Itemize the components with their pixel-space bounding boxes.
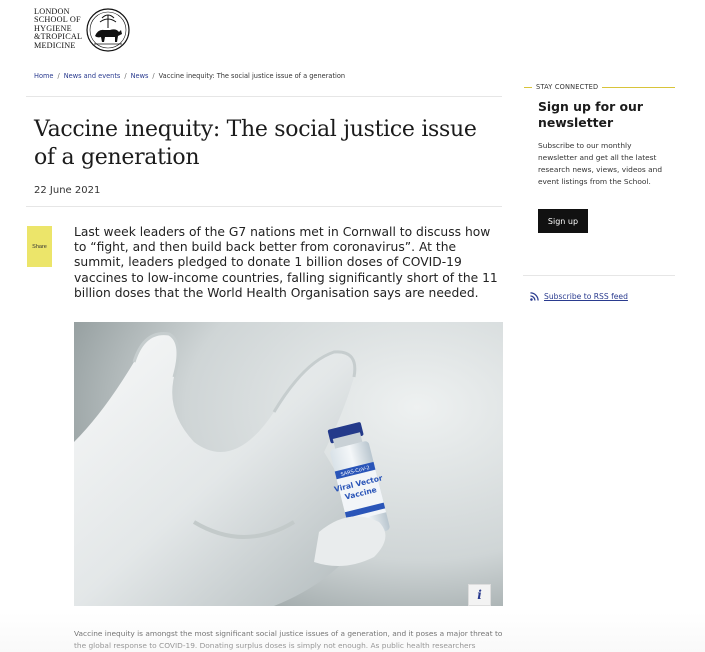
rss-link-label: Subscribe to RSS feed (544, 292, 628, 301)
article-date: 22 June 2021 (34, 185, 101, 196)
divider (26, 96, 502, 97)
image-info-button[interactable]: i (468, 584, 491, 606)
breadcrumb-separator: / (152, 72, 155, 80)
breadcrumb-separator: / (124, 72, 127, 80)
article-intro: Last week leaders of the G7 nations met … (74, 225, 498, 300)
breadcrumb-news-events-link[interactable]: News and events (64, 72, 121, 80)
sign-up-button[interactable]: Sign up (538, 209, 588, 233)
logo-wordmark: London School of Hygiene &Tropical Medic… (34, 7, 82, 54)
newsletter-title: Sign up for our newsletter (538, 99, 643, 130)
vaccine-vial-illustration: SARS-CoV-2 Viral Vector Vaccine (74, 322, 503, 606)
accent-line (524, 86, 532, 88)
share-button[interactable]: Share (27, 226, 52, 267)
school-seal-icon (86, 8, 130, 52)
breadcrumb-current: Vaccine inequity: The social justice iss… (158, 72, 346, 80)
rss-icon (530, 292, 539, 301)
divider (523, 275, 675, 276)
logo-line: Medicine (34, 40, 76, 50)
page-title: Vaccine inequity: The social justice iss… (34, 117, 477, 170)
breadcrumb-news-link[interactable]: News (131, 72, 149, 80)
breadcrumb-home-link[interactable]: Home (34, 72, 53, 80)
accent-line (602, 86, 675, 88)
breadcrumb-separator: / (57, 72, 60, 80)
article-body-paragraph: Vaccine inequity is amongst the most sig… (74, 629, 503, 650)
breadcrumb: Home / News and events / News / Vaccine … (34, 72, 345, 80)
school-logo[interactable]: London School of Hygiene &Tropical Medic… (34, 7, 130, 54)
stay-connected-heading: STAY CONNECTED (524, 83, 675, 91)
stay-connected-label: STAY CONNECTED (536, 83, 599, 91)
newsletter-description: Subscribe to our monthly newsletter and … (538, 141, 663, 186)
divider (26, 206, 502, 207)
rss-feed-link[interactable]: Subscribe to RSS feed (530, 292, 628, 301)
article-hero-image: SARS-CoV-2 Viral Vector Vaccine i (74, 322, 503, 606)
